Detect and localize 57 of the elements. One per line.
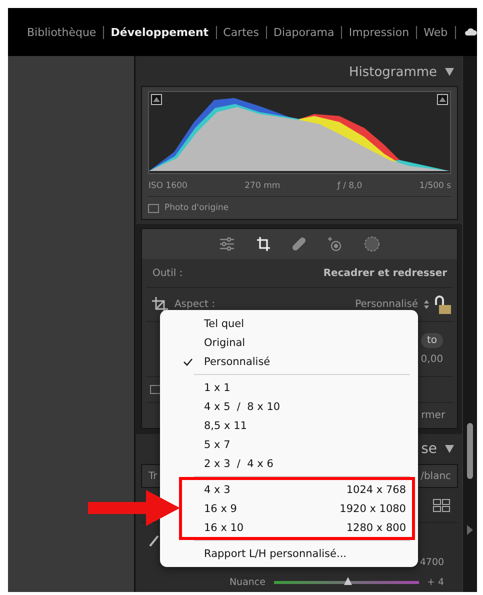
- aspect-label: Aspect :: [174, 299, 215, 310]
- menu-item[interactable]: 5 x 7: [182, 435, 406, 454]
- aperture-value: ƒ / 8,0: [337, 181, 362, 191]
- module-tab[interactable]: Diaporama: [266, 26, 342, 38]
- menu-item[interactable]: 4 x 3 1024 x 768: [182, 480, 406, 499]
- scrollbar[interactable]: [462, 56, 477, 592]
- menu-item[interactable]: Tel quel: [182, 314, 406, 333]
- shutter-speed: 1/500 s: [419, 181, 452, 191]
- module-tab[interactable]: Bibliothèque: [20, 26, 104, 38]
- bandage-icon[interactable]: [292, 237, 306, 251]
- triangle-right-icon[interactable]: [467, 525, 474, 535]
- panel-title: Histogramme: [348, 64, 438, 80]
- menu-item[interactable]: 16 x 10 1280 x 800: [182, 518, 406, 537]
- sliders-icon[interactable]: [220, 237, 234, 251]
- angle-value: 0,00: [420, 354, 444, 365]
- menu-item[interactable]: 16 x 9 1920 x 1080: [182, 499, 406, 518]
- eyedropper-icon[interactable]: [149, 533, 162, 547]
- grid-icon[interactable]: [433, 498, 450, 512]
- tool-label: Outil :: [152, 268, 183, 278]
- aspect-dropdown[interactable]: Personnalisé: [355, 299, 418, 310]
- menu-item[interactable]: 4 x 5 / 8 x 10: [182, 397, 406, 416]
- menu-item[interactable]: Rapport L/H personnalisé...: [182, 544, 406, 563]
- scroll-thumb[interactable]: [467, 423, 474, 479]
- panel-title: se: [421, 441, 438, 457]
- focal-length: 270 mm: [244, 181, 280, 191]
- clipping-warning-icon[interactable]: [151, 94, 162, 105]
- crop-frame-icon[interactable]: [152, 296, 168, 312]
- tool-name: Recadrer et redresser: [323, 268, 448, 278]
- checkbox-label: Photo d'origine: [164, 203, 229, 213]
- tint-value: + 4: [427, 576, 444, 588]
- padlock-open-icon[interactable]: [435, 294, 452, 314]
- module-tab[interactable]: Web: [416, 26, 455, 38]
- cloud-icon[interactable]: [465, 26, 477, 38]
- close-button[interactable]: rmer: [421, 410, 446, 421]
- mask-circle-icon[interactable]: [364, 236, 380, 252]
- temperature-value: 4700: [420, 557, 444, 570]
- menu-item[interactable]: 8,5 x 11: [182, 416, 406, 435]
- module-tab[interactable]: Cartes: [216, 26, 266, 38]
- crop-icon[interactable]: [256, 236, 270, 252]
- treatment-tab[interactable]: /blanc: [420, 470, 452, 482]
- up-down-caret-icon[interactable]: [424, 300, 430, 309]
- module-tab[interactable]: Développement: [104, 26, 216, 38]
- auto-button[interactable]: to: [421, 333, 444, 348]
- treatment-tab[interactable]: Tr: [148, 470, 158, 482]
- clipping-warning-icon[interactable]: [437, 94, 448, 105]
- iso-value: ISO 1600: [148, 181, 188, 191]
- menu-item[interactable]: Original: [182, 333, 406, 352]
- collapse-triangle-icon[interactable]: [445, 445, 454, 453]
- menu-item[interactable]: Personnalisé: [182, 352, 406, 371]
- menu-item[interactable]: 2 x 3 / 4 x 6: [182, 454, 406, 473]
- collapse-triangle-icon[interactable]: [445, 68, 454, 76]
- slider-label: Nuance: [229, 576, 266, 588]
- slider-thumb[interactable]: [344, 576, 352, 584]
- menu-item[interactable]: 1 x 1: [182, 378, 406, 397]
- checkbox[interactable]: [148, 204, 160, 212]
- eye-icon[interactable]: [328, 237, 342, 251]
- module-tab[interactable]: Impression: [342, 26, 416, 38]
